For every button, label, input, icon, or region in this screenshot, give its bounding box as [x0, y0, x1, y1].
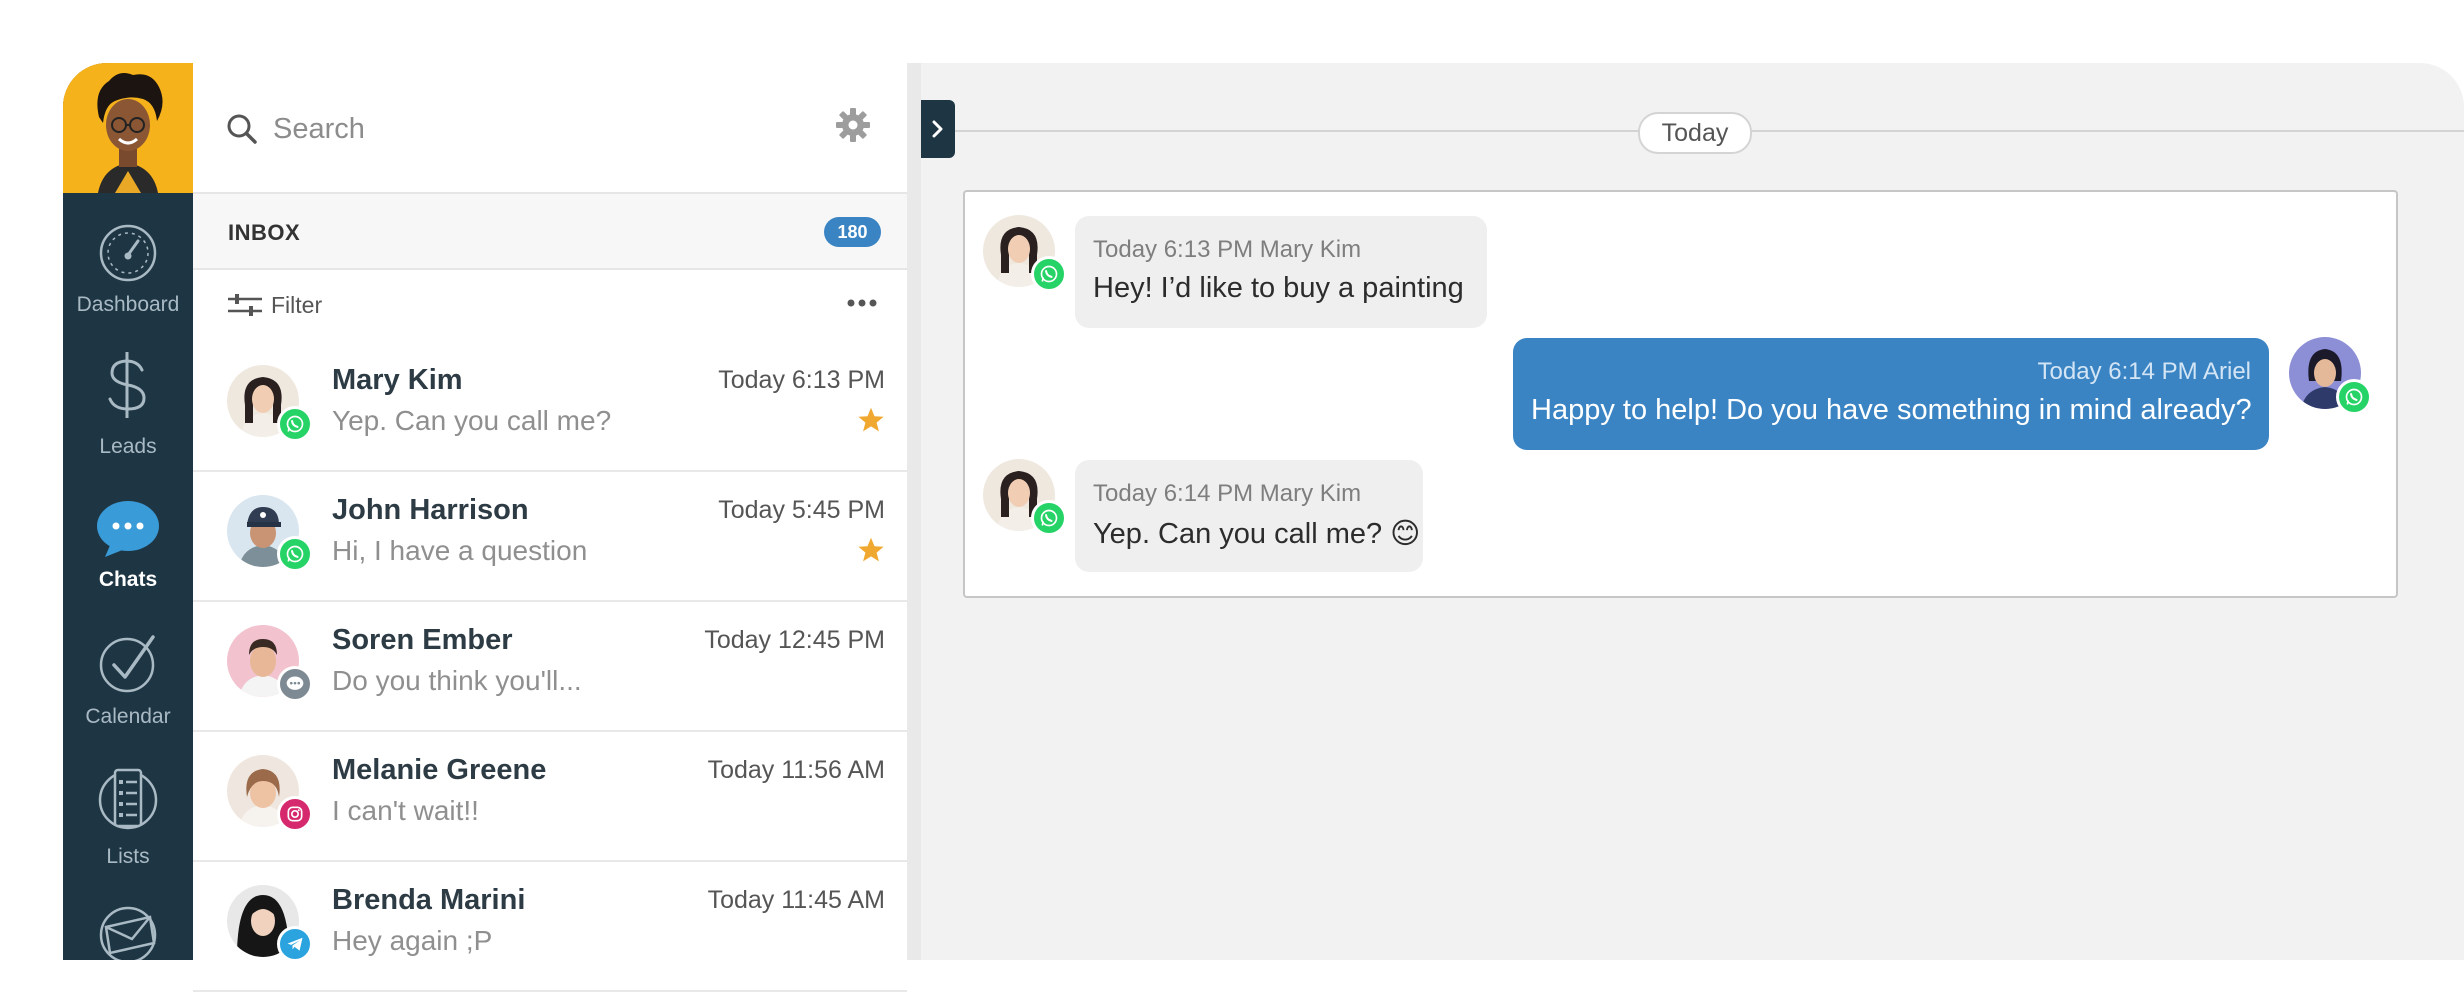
nav-calendar-label: Calendar — [85, 705, 171, 728]
star-icon[interactable] — [857, 406, 885, 434]
whatsapp-icon — [1031, 500, 1067, 536]
message-meta: Today 6:14 PM Mary Kim — [1093, 480, 1362, 507]
gear-icon[interactable] — [835, 107, 871, 143]
user-avatar[interactable] — [63, 63, 193, 193]
search-input[interactable] — [271, 108, 755, 150]
chat-preview: Yep. Can you call me? — [332, 405, 612, 436]
message-meta: Today 6:13 PM Mary Kim — [1093, 236, 1362, 263]
filter-bar: Filter — [193, 270, 907, 340]
mail-icon — [99, 906, 157, 960]
chat-timestamp: Today 6:13 PM — [718, 366, 885, 394]
chat-preview: Hi, I have a question — [332, 535, 588, 566]
collapse-panel-button[interactable] — [921, 100, 955, 158]
dashboard-gauge-icon — [99, 224, 157, 282]
dollar-icon — [108, 352, 146, 418]
chat-list-item[interactable]: John Harrison Today 5:45 PM Hi, I have a… — [193, 470, 907, 602]
filter-button[interactable]: Filter — [271, 292, 322, 319]
whatsapp-icon — [277, 406, 313, 442]
chat-timestamp: Today 5:45 PM — [718, 496, 885, 524]
nav-leads[interactable]: Leads — [63, 352, 193, 475]
nav-dashboard-label: Dashboard — [76, 293, 180, 316]
nav-calendar[interactable]: Calendar — [63, 633, 193, 753]
message-thread: Today 6:13 PM Mary Kim Hey! I’d like to … — [963, 190, 2398, 598]
user-portrait-icon — [63, 63, 193, 193]
app-window: Dashboard Leads Chats Calendar Lists Sea… — [63, 63, 2464, 992]
inbox-header[interactable]: INBOX 180 — [193, 194, 907, 270]
search-icon — [227, 114, 257, 144]
message-text: Happy to help! Do you have something in … — [1531, 394, 2252, 426]
telegram-icon — [277, 926, 313, 962]
message-text: Hey! I’d like to buy a painting — [1093, 272, 1464, 304]
main-nav: Dashboard Leads Chats Calendar Lists — [63, 63, 193, 960]
chevron-right-icon — [932, 120, 943, 138]
chat-list-item[interactable]: Mary Kim Today 6:13 PM Yep. Can you call… — [193, 340, 907, 472]
list-icon — [98, 768, 158, 830]
chat-timestamp: Today 11:56 AM — [707, 756, 885, 784]
message-meta: Today 6:14 PM Ariel — [2037, 358, 2251, 385]
nav-leads-label: Leads — [99, 435, 157, 458]
date-label: Today — [1638, 112, 1752, 154]
sms-chat-icon — [277, 666, 313, 702]
search-bar — [193, 63, 907, 194]
contact-name: Mary Kim — [332, 364, 463, 396]
contact-name: Soren Ember — [332, 624, 513, 656]
filter-sliders-icon[interactable] — [228, 294, 262, 316]
message-bubble: Today 6:14 PM Ariel Happy to help! Do yo… — [1513, 338, 2269, 450]
contact-name: Melanie Greene — [332, 754, 547, 786]
more-options-icon[interactable] — [847, 298, 877, 308]
contact-name: Brenda Marini — [332, 884, 526, 916]
message-bubble: Today 6:14 PM Mary Kim Yep. Can you call… — [1075, 460, 1423, 572]
whatsapp-icon — [277, 536, 313, 572]
inbox-count-badge: 180 — [824, 217, 881, 247]
chat-timestamp: Today 11:45 AM — [707, 886, 885, 914]
chat-list-panel: INBOX 180 Filter — [193, 63, 921, 992]
checkmark-icon — [99, 635, 155, 693]
chat-preview: Do you think you'll... — [332, 665, 582, 696]
chat-list-item[interactable]: Brenda Marini Today 11:45 AM Hey again ;… — [193, 860, 907, 992]
chat-bubble-icon — [97, 501, 159, 557]
contact-name: John Harrison — [332, 494, 529, 526]
inbox-label: INBOX — [228, 220, 301, 245]
message-text: Yep. Can you call me? 😊 — [1093, 518, 1421, 550]
chat-preview: I can't wait!! — [332, 795, 479, 826]
whatsapp-icon — [1031, 256, 1067, 292]
conversation-panel: Today Today 6:13 PM Mary Kim Hey! I’d li… — [921, 63, 2464, 960]
message-bubble: Today 6:13 PM Mary Kim Hey! I’d like to … — [1075, 216, 1487, 328]
instagram-icon — [277, 796, 313, 832]
chat-list-item[interactable]: Soren Ember Today 12:45 PM Do you think … — [193, 600, 907, 732]
nav-chats-label: Chats — [98, 568, 158, 591]
whatsapp-icon — [2336, 379, 2372, 415]
nav-lists[interactable]: Lists — [63, 763, 193, 883]
chat-preview: Hey again ;P — [332, 925, 493, 956]
star-icon[interactable] — [857, 536, 885, 564]
nav-dashboard[interactable]: Dashboard — [63, 223, 193, 343]
chat-list-item[interactable]: Melanie Greene Today 11:56 AM I can't wa… — [193, 730, 907, 862]
nav-lists-label: Lists — [106, 845, 150, 868]
chat-timestamp: Today 12:45 PM — [704, 626, 885, 654]
nav-mail[interactable] — [63, 903, 193, 960]
nav-chats[interactable]: Chats — [63, 499, 193, 619]
